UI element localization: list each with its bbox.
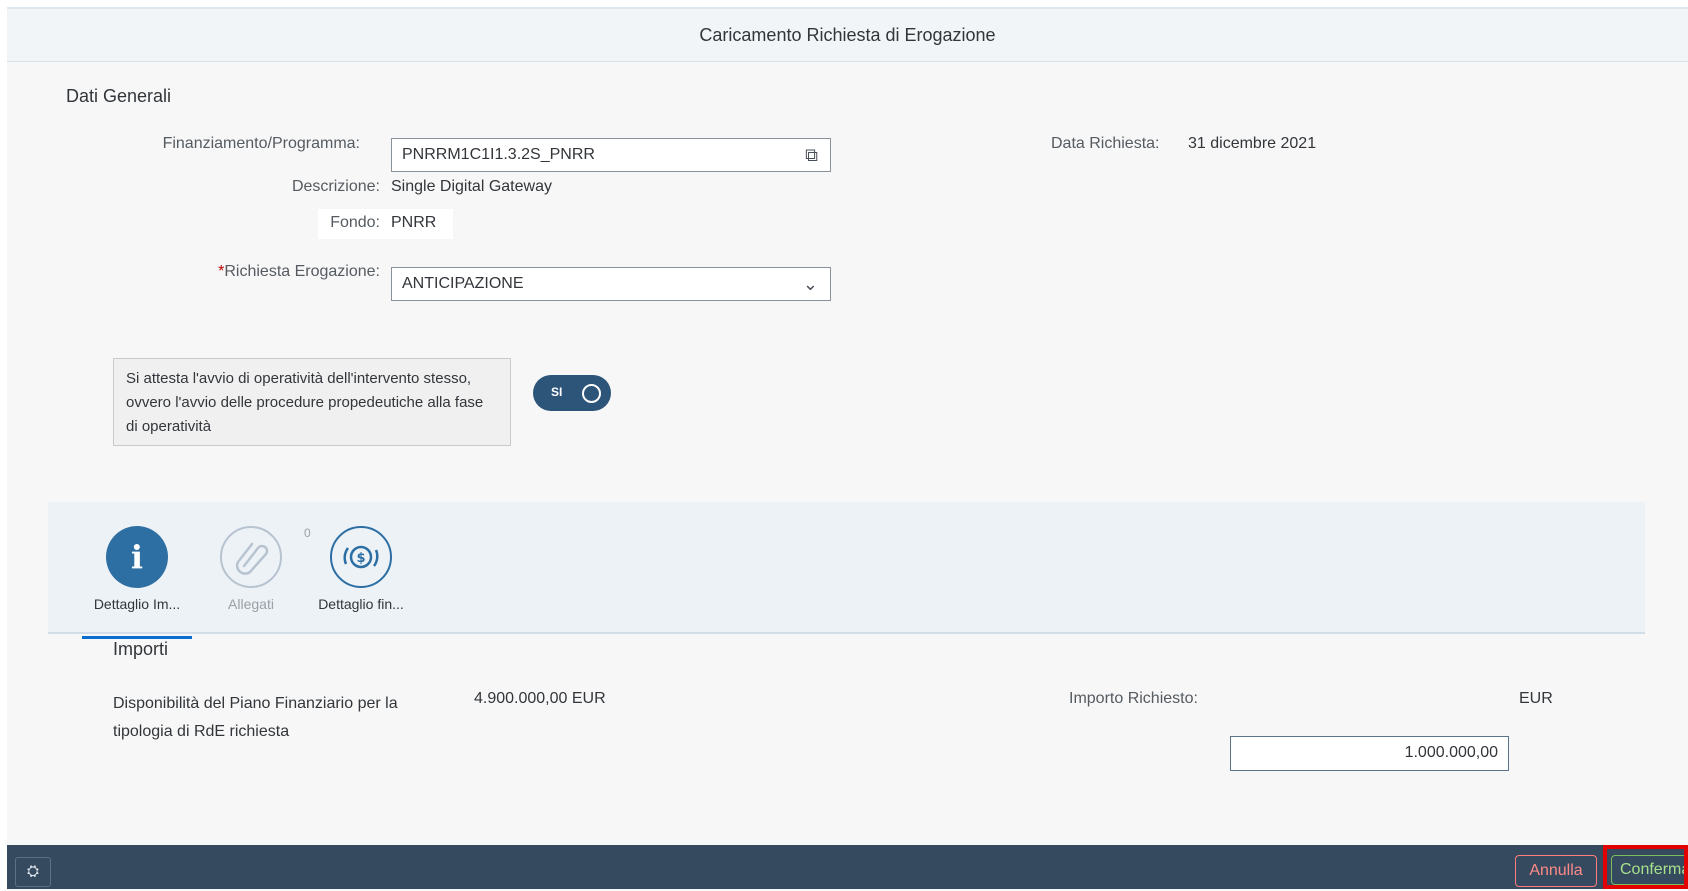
paperclip-icon — [220, 526, 282, 588]
richiesta-erogazione-label-text: Richiesta Erogazione: — [224, 263, 380, 280]
value-help-icon[interactable]: ⧉ — [805, 139, 818, 171]
footer-toolbar: ⛭ Annulla Conferma — [7, 845, 1688, 889]
tab-allegati[interactable]: Allegati — [196, 526, 306, 612]
richiesta-erogazione-select[interactable]: ANTICIPAZIONE ⌄ — [391, 267, 831, 301]
fondo-label: Fondo: — [330, 214, 380, 231]
icon-tab-bar: i Dettaglio Im... Allegati $ Dettaglio f… — [48, 502, 1645, 639]
allegati-count-badge: 0 — [304, 526, 311, 540]
data-richiesta-label: Data Richiesta: — [1051, 135, 1160, 152]
finanziamento-label: Finanziamento/Programma: — [162, 135, 360, 152]
importo-richiesto-label: Importo Richiesto: — [1069, 690, 1198, 707]
tab-dettaglio-finanziario[interactable]: $ Dettaglio fin... — [306, 526, 416, 612]
info-icon: i — [106, 526, 168, 588]
dialog-title: Caricamento Richiesta di Erogazione — [7, 9, 1688, 62]
tab-label-dettaglio-importi: Dettaglio Im... — [93, 596, 181, 612]
conferma-highlight: Conferma — [1603, 845, 1688, 889]
importo-richiesto-value: 1.000.000,00 — [1404, 744, 1498, 761]
tab-label-dettaglio-finanziario: Dettaglio fin... — [318, 596, 404, 612]
richiesta-erogazione-label: *Richiesta Erogazione: — [67, 263, 380, 281]
attestation-text: Si attesta l'avvio di operatività dell'i… — [113, 358, 511, 446]
money-icon: $ — [330, 526, 392, 588]
attestation-switch[interactable]: SI — [533, 375, 611, 411]
switch-knob — [582, 384, 601, 403]
svg-text:$: $ — [356, 551, 365, 566]
disponibilita-label: Disponibilità del Piano Finanziario per … — [113, 695, 398, 740]
descrizione-value: Single Digital Gateway — [391, 178, 552, 195]
switch-label: SI — [551, 385, 563, 399]
conferma-button[interactable]: Conferma — [1611, 855, 1684, 885]
descrizione-label: Descrizione: — [291, 178, 380, 195]
section-title-importi: Importi — [113, 639, 169, 659]
settings-icon[interactable]: ⛭ — [15, 857, 51, 887]
fondo-value: PNRR — [391, 214, 437, 231]
chevron-down-icon[interactable]: ⌄ — [803, 268, 818, 300]
tab-dettaglio-importi[interactable]: i Dettaglio Im... — [82, 526, 192, 639]
svg-text:i: i — [131, 538, 143, 576]
finanziamento-value: PNRRM1C1I1.3.2S_PNRR — [402, 146, 595, 163]
tab-label-allegati: Allegati — [228, 596, 274, 612]
finanziamento-input[interactable]: PNRRM1C1I1.3.2S_PNRR ⧉ — [391, 138, 831, 172]
disponibilita-value: 4.900.000,00 EUR — [474, 690, 606, 707]
importo-richiesto-input[interactable]: 1.000.000,00 — [1230, 736, 1509, 771]
dialog: Caricamento Richiesta di Erogazione Dati… — [7, 7, 1688, 891]
annulla-button[interactable]: Annulla — [1515, 855, 1597, 887]
section-title-dati-generali: Dati Generali — [66, 86, 172, 106]
importo-currency: EUR — [1519, 690, 1553, 707]
richiesta-erogazione-value: ANTICIPAZIONE — [402, 275, 524, 292]
data-richiesta-value: 31 dicembre 2021 — [1188, 135, 1317, 152]
